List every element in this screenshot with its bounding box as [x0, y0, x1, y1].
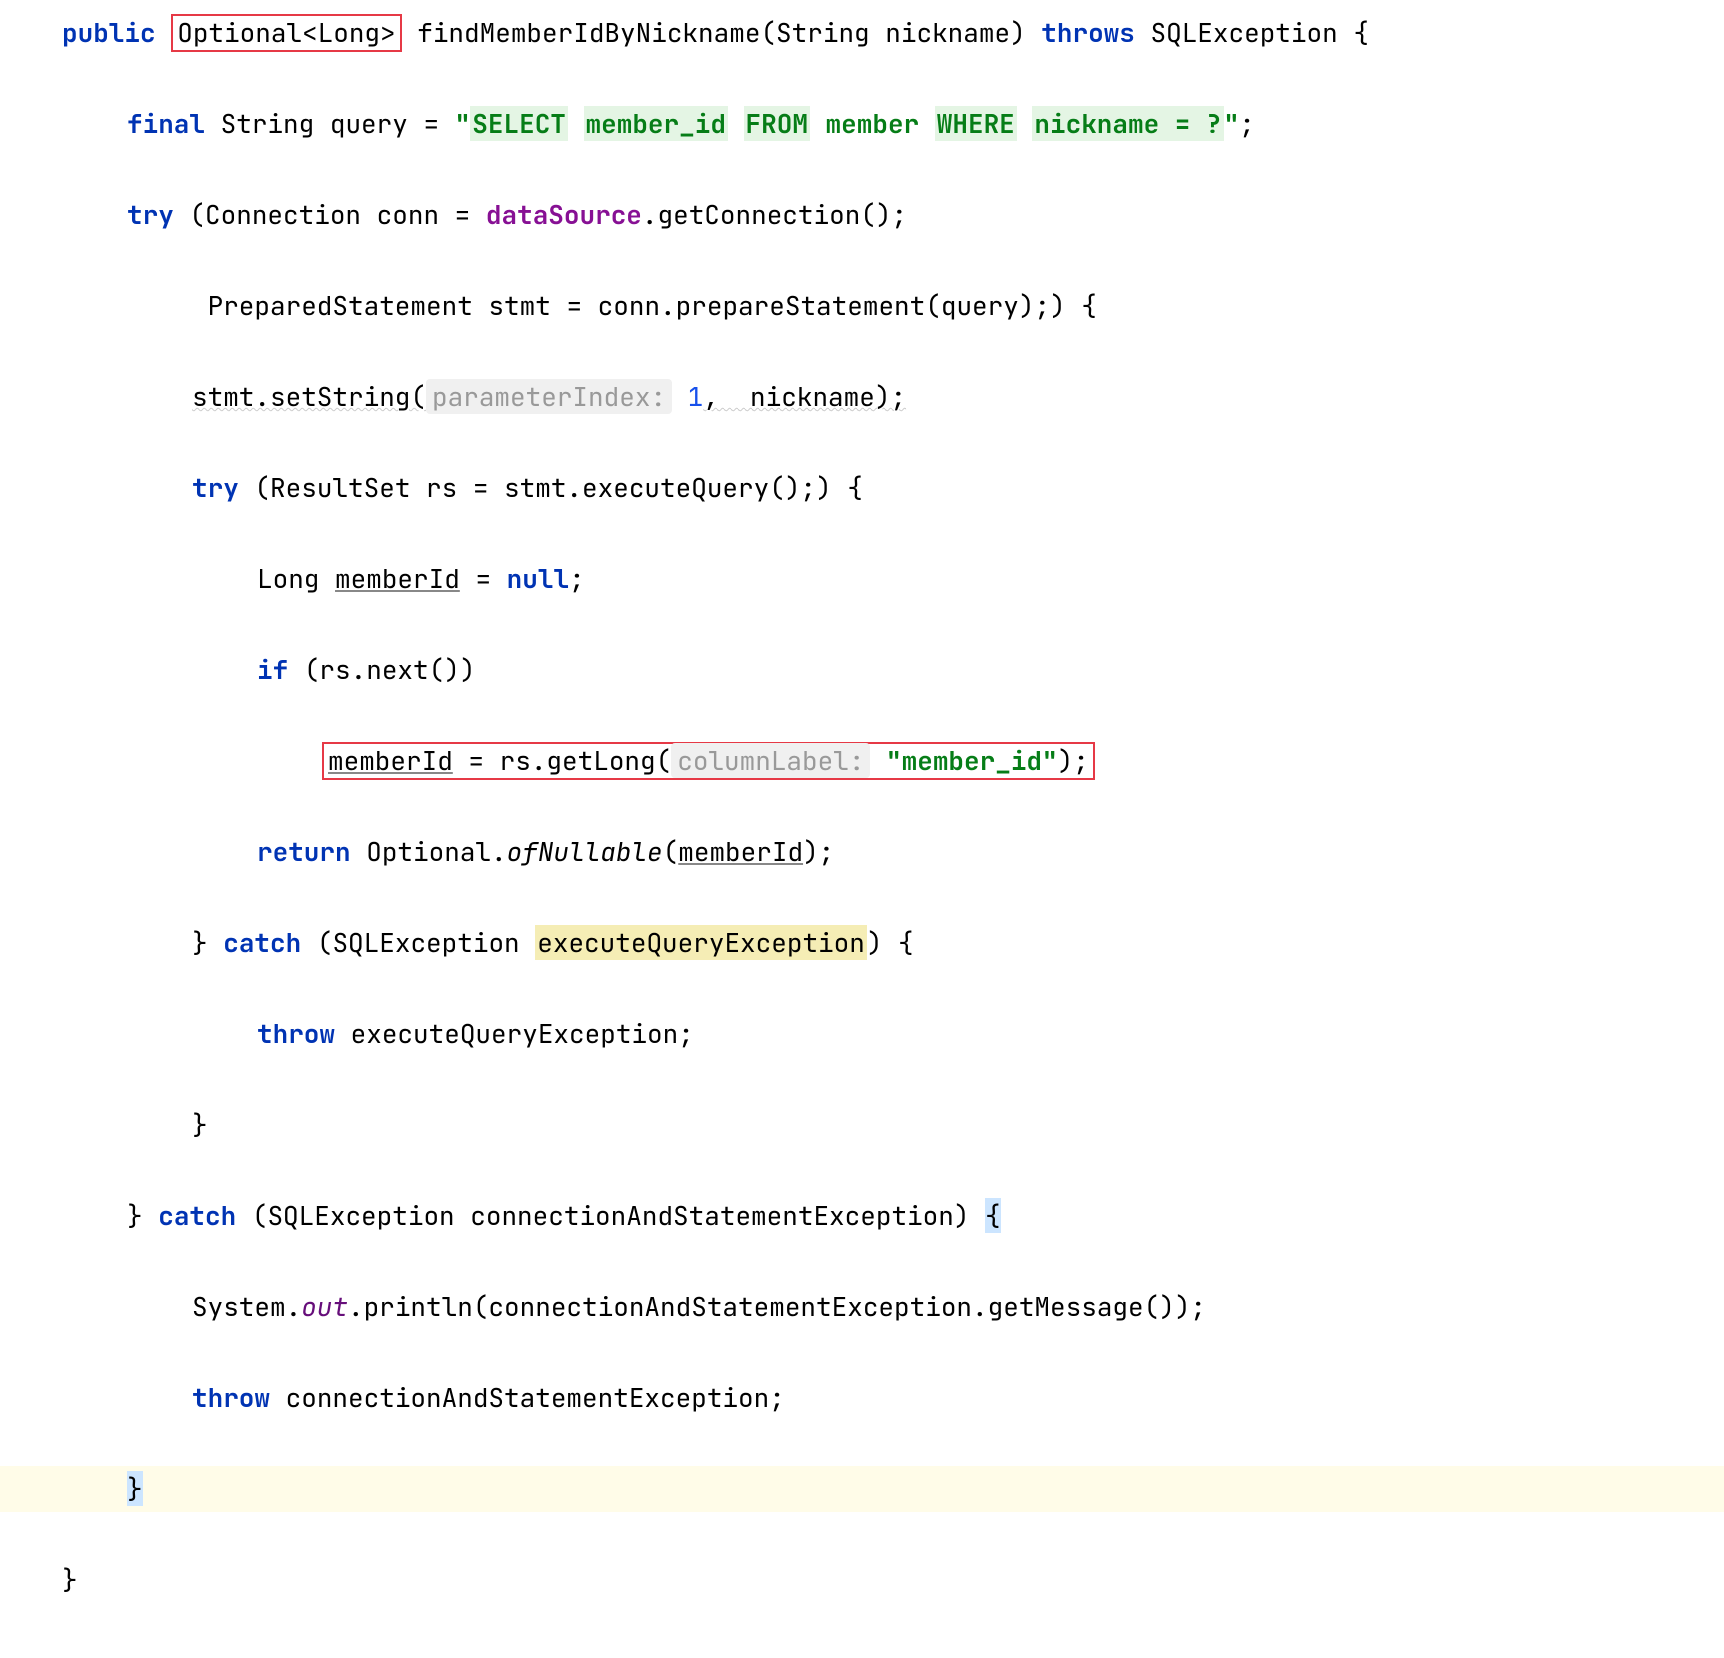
keyword-throw: throw [257, 1016, 335, 1051]
code-line-4: PreparedStatement stmt = conn.prepareSta… [0, 283, 1724, 329]
type: PreparedStatement [208, 288, 473, 323]
rest: (rs.next()) [304, 652, 476, 687]
sql-where: WHERE [935, 106, 1017, 141]
code-line-15: System.out.println(connectionAndStatemen… [0, 1284, 1724, 1330]
type: String [221, 106, 315, 141]
param-type: String [776, 15, 870, 50]
method-name: findMemberIdByNickname [417, 15, 760, 50]
param-name: nickname [885, 15, 1010, 50]
code-line-8: if (rs.next()) [0, 647, 1724, 693]
code-line-14: } catch (SQLException connectionAndState… [0, 1193, 1724, 1239]
sql-column: member_id [584, 106, 728, 141]
brace: { [1353, 15, 1369, 50]
brace-highlight: } [127, 1471, 143, 1506]
sql-table: member [826, 106, 920, 141]
field-datasource: dataSource [486, 197, 642, 232]
code-line-5: stmt.setString(parameterIndex: 1, nickna… [0, 374, 1724, 420]
redbox-assignment: memberId = rs.getLong(columnLabel: "memb… [322, 742, 1095, 780]
var: conn [377, 197, 439, 232]
var-memberid: memberId [328, 743, 453, 778]
method-call: .getConnection(); [642, 197, 907, 232]
param-hint: parameterIndex: [426, 379, 672, 414]
code-line-11: } catch (SQLException executeQueryExcept… [0, 920, 1724, 966]
brace-highlight: { [985, 1198, 1001, 1233]
exception-var: executeQueryException [535, 925, 867, 960]
brace: } [192, 1107, 208, 1142]
code-line-13: } [0, 1102, 1724, 1148]
sql-cond: nickname = ? [1032, 106, 1223, 141]
var: stmt [488, 288, 550, 323]
code-line-12: throw executeQueryException; [0, 1011, 1724, 1057]
code-line-6: try (ResultSet rs = stmt.executeQuery();… [0, 465, 1724, 511]
keyword-try: try [127, 197, 174, 232]
keyword-if: if [257, 652, 288, 687]
code-line-3: try (Connection conn = dataSource.getCon… [0, 192, 1724, 238]
var-memberid: memberId [335, 561, 460, 596]
keyword-catch: catch [158, 1198, 236, 1233]
keyword-throws: throws [1041, 15, 1135, 50]
code-line-16: throw connectionAndStatementException; [0, 1375, 1724, 1421]
keyword-catch: catch [223, 925, 301, 960]
keyword-public: public [62, 15, 156, 50]
keyword-null: null [507, 561, 569, 596]
code-line-2: final String query = "SELECT member_id F… [0, 101, 1724, 147]
number-literal: 1 [688, 379, 704, 414]
rest: conn.prepareStatement(query);) { [598, 288, 1097, 323]
sql-from: FROM [744, 106, 810, 141]
var: query [330, 106, 408, 141]
code-line-18: } [0, 1557, 1724, 1603]
brace: } [62, 1562, 78, 1597]
string-quote: " [1224, 106, 1240, 141]
code-line-1: public Optional<Long> findMemberIdByNick… [0, 10, 1724, 56]
param-hint: columnLabel: [671, 743, 870, 778]
static-method: ofNullable [507, 834, 663, 869]
system-out: out [301, 1289, 348, 1324]
exception-type: SQLException [1151, 15, 1338, 50]
keyword-return: return [257, 834, 351, 869]
rest: (ResultSet rs = stmt.executeQuery();) { [254, 470, 862, 505]
tail: , nickname); [703, 379, 906, 414]
keyword-try: try [192, 470, 239, 505]
stmt-call: stmt.setString( [192, 379, 426, 414]
sql-select: SELECT [470, 106, 568, 141]
redbox-return-type: Optional<Long> [171, 14, 401, 52]
keyword-final: final [127, 106, 205, 141]
code-line-9: memberId = rs.getLong(columnLabel: "memb… [0, 738, 1724, 784]
var-memberid: memberId [678, 834, 803, 869]
code-line-10: return Optional.ofNullable(memberId); [0, 829, 1724, 875]
type: Long [257, 561, 319, 596]
keyword-throw: throw [192, 1380, 270, 1415]
string-literal: "member_id" [886, 743, 1058, 778]
code-line-7: Long memberId = null; [0, 556, 1724, 602]
code-line-17: } [0, 1466, 1724, 1512]
type: Connection [205, 197, 361, 232]
string-quote: " [455, 106, 471, 141]
code-editor[interactable]: public Optional<Long> findMemberIdByNick… [0, 10, 1724, 1648]
